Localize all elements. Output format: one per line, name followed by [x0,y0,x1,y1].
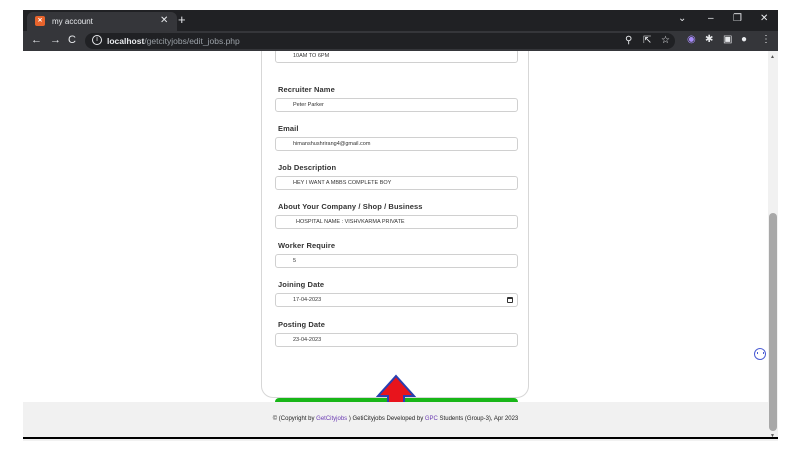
page-viewport: 10AM TO 6PM Recruiter Name Peter Parker … [23,51,768,441]
timing-field[interactable]: 10AM TO 6PM [275,51,518,63]
close-window-icon[interactable]: ✕ [760,13,768,24]
reload-icon[interactable]: C [68,34,76,46]
browser-toolbar: ← → C i localhost/getcityjobs/edit_jobs.… [23,31,778,51]
extension-icon[interactable]: ◉ [687,34,696,45]
posting-date-field[interactable]: 23-04-2023 [275,333,518,347]
new-tab-icon[interactable]: + [178,12,186,27]
about-company-field[interactable]: HOSPITAL NAME : VISHVKARMA PRIVATE [275,215,518,229]
browser-window: ✕ my account ✕ + ⌄ – ❐ ✕ ← → C i localho… [23,10,778,441]
menu-kebab-icon[interactable]: ⋮ [761,34,771,45]
tab-my-account[interactable]: ✕ my account ✕ [27,12,177,31]
scroll-thumb[interactable] [769,213,777,431]
email-field[interactable]: himanshushrirang4@gmail.com [275,137,518,151]
bottom-border [23,437,778,439]
forward-icon[interactable]: → [50,34,61,46]
url-text[interactable]: localhost/getcityjobs/edit_jobs.php [107,36,240,46]
job-description-field[interactable]: HEY I WANT A MBBS COMPLETE BOY [275,176,518,190]
page-footer: © (Copyright by GetCityjobs ) GetiCityjo… [23,402,768,441]
scroll-up-icon[interactable]: ▲ [770,54,775,60]
posting-date-label: Posting Date [278,320,326,329]
about-company-label: About Your Company / Shop / Business [278,202,423,211]
minimize-icon[interactable]: – [708,13,714,24]
side-panel-icon[interactable]: ▣ [723,34,732,45]
share-icon[interactable]: ⇱ [643,35,651,46]
joining-date-label: Joining Date [278,280,325,289]
job-description-label: Job Description [278,163,337,172]
recruiter-name-label: Recruiter Name [278,85,335,94]
address-bar[interactable]: i localhost/getcityjobs/edit_jobs.php ⚲ … [85,33,675,49]
edit-job-form: 10AM TO 6PM Recruiter Name Peter Parker … [261,51,529,415]
recruiter-name-field[interactable]: Peter Parker [275,98,518,112]
getcityjobs-link[interactable]: GetCityjobs [316,416,347,422]
worker-require-label: Worker Require [278,241,336,250]
footer-copyright: © (Copyright by GetCityjobs ) GetiCityjo… [272,416,519,422]
email-label: Email [278,124,299,133]
profile-icon[interactable]: ● [741,34,747,45]
worker-require-field[interactable]: 5 [275,254,518,268]
calendar-icon[interactable] [507,297,513,303]
vertical-scrollbar[interactable]: ▲ ▼ [768,51,778,441]
gpc-link[interactable]: GPC [425,416,438,422]
tab-title: my account [52,17,93,26]
zoom-icon[interactable]: ⚲ [625,35,632,46]
close-tab-icon[interactable]: ✕ [160,15,168,26]
puzzle-extensions-icon[interactable]: ✱ [705,34,713,45]
xampp-icon: ✕ [35,16,45,26]
restore-icon[interactable]: ❐ [733,13,742,24]
joining-date-field[interactable]: 17-04-2023 [275,293,518,307]
assistant-bubble-icon[interactable] [754,348,766,360]
info-icon[interactable]: i [92,35,102,45]
tab-bar: ✕ my account ✕ + ⌄ – ❐ ✕ [23,10,778,31]
back-icon[interactable]: ← [31,34,42,46]
joining-date-value: 17-04-2023 [293,297,322,303]
bookmark-star-icon[interactable]: ☆ [661,35,670,46]
tab-search-icon[interactable]: ⌄ [678,13,686,24]
